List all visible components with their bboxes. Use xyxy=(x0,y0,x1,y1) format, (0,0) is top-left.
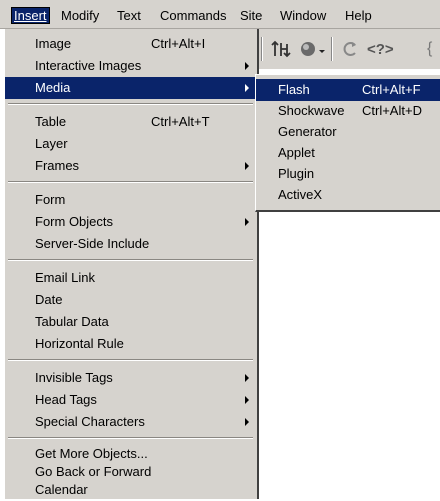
menu-separator xyxy=(8,181,253,183)
menu-item-form-objects[interactable]: Form Objects xyxy=(5,211,257,233)
menu-item-label: Special Characters xyxy=(35,414,145,429)
menu-insert[interactable]: Insert xyxy=(11,7,50,24)
menu-item-email-link[interactable]: Email Link xyxy=(5,267,257,289)
menu-item-special-characters[interactable]: Special Characters xyxy=(5,411,257,433)
menu-item-label: Email Link xyxy=(35,270,95,285)
menu-item-label: Tabular Data xyxy=(35,314,109,329)
menu-item-form[interactable]: Form xyxy=(5,189,257,211)
submenu-item-plugin[interactable]: Plugin xyxy=(256,163,440,185)
toolbar-separator xyxy=(331,37,333,61)
menu-item-date[interactable]: Date xyxy=(5,289,257,311)
menu-item-shortcut: Ctrl+Alt+F xyxy=(362,82,421,97)
submenu-item-activex[interactable]: ActiveX xyxy=(256,184,440,206)
menu-item-interactive-images[interactable]: Interactive Images xyxy=(5,55,257,77)
menu-item-label: Media xyxy=(35,80,71,95)
menu-item-label: Server-Side Include xyxy=(35,236,150,251)
menu-item-label: Head Tags xyxy=(35,392,97,407)
menu-item-label: ActiveX xyxy=(278,187,323,202)
menu-item-server-side-include[interactable]: Server-Side Include xyxy=(5,233,257,255)
menu-item-shortcut: Ctrl+Alt+T xyxy=(151,114,210,129)
menu-text[interactable]: Text xyxy=(117,8,141,23)
menu-item-label: Form xyxy=(35,192,66,207)
menu-item-label: Calendar xyxy=(35,482,88,497)
menu-separator xyxy=(8,103,253,105)
submenu-arrow-icon xyxy=(245,162,249,170)
menu-item-shortcut: Ctrl+Alt+D xyxy=(362,103,422,118)
menu-item-label: Form Objects xyxy=(35,214,114,229)
submenu-arrow-icon xyxy=(245,84,249,92)
menu-item-shortcut: Ctrl+Alt+I xyxy=(151,36,206,51)
menu-separator xyxy=(8,359,253,361)
submenu-arrow-icon xyxy=(245,374,249,382)
submenu-item-shockwave[interactable]: Shockwave Ctrl+Alt+D xyxy=(256,100,440,122)
menu-item-table[interactable]: Table Ctrl+Alt+T xyxy=(5,111,257,133)
submenu-arrow-icon xyxy=(245,218,249,226)
menu-item-label: Image xyxy=(35,36,72,51)
menu-separator xyxy=(8,259,253,261)
media-submenu: Flash Ctrl+Alt+F Shockwave Ctrl+Alt+D Ge… xyxy=(255,74,440,212)
menu-help[interactable]: Help xyxy=(345,8,372,23)
submenu-arrow-icon xyxy=(245,396,249,404)
menu-item-tabular-data[interactable]: Tabular Data xyxy=(5,311,257,333)
toolbar: <?> { xyxy=(258,29,440,69)
menu-item-label: Interactive Images xyxy=(35,58,142,73)
menu-item-label: Generator xyxy=(278,124,337,139)
menu-commands[interactable]: Commands xyxy=(160,8,226,23)
menu-site[interactable]: Site xyxy=(240,8,262,23)
menu-item-calendar[interactable]: Calendar xyxy=(5,479,257,501)
menu-item-label: Table xyxy=(35,114,67,129)
submenu-arrow-icon xyxy=(245,418,249,426)
menu-item-label: Applet xyxy=(278,145,315,160)
menu-item-label: Invisible Tags xyxy=(35,370,113,385)
menu-item-label: Flash xyxy=(278,82,310,97)
menu-item-media[interactable]: Media xyxy=(5,77,257,99)
menu-item-label: Shockwave xyxy=(278,103,345,118)
submenu-arrow-icon xyxy=(245,62,249,70)
code-tags-icon[interactable]: <?> xyxy=(367,37,394,61)
insert-menu-dropdown: Image Ctrl+Alt+I Interactive Images Medi… xyxy=(4,29,259,499)
globe-icon[interactable] xyxy=(299,37,327,61)
menu-item-horizontal-rule[interactable]: Horizontal Rule xyxy=(5,333,257,355)
brace-icon[interactable]: { xyxy=(427,37,432,61)
menu-item-label: Date xyxy=(35,292,63,307)
menu-modify[interactable]: Modify xyxy=(61,8,99,23)
tree-icon[interactable] xyxy=(271,37,293,61)
refresh-icon[interactable] xyxy=(341,37,359,61)
menu-item-label: Frames xyxy=(35,158,80,173)
submenu-item-flash[interactable]: Flash Ctrl+Alt+F xyxy=(256,79,440,101)
menu-window[interactable]: Window xyxy=(280,8,326,23)
menu-item-frames[interactable]: Frames xyxy=(5,155,257,177)
menu-item-layer[interactable]: Layer xyxy=(5,133,257,155)
menu-separator xyxy=(8,437,253,439)
toolbar-separator xyxy=(261,37,263,61)
menu-bar: Insert Modify Text Commands Site Window … xyxy=(0,0,440,29)
menu-item-invisible-tags[interactable]: Invisible Tags xyxy=(5,367,257,389)
menu-item-head-tags[interactable]: Head Tags xyxy=(5,389,257,411)
menu-item-label: Horizontal Rule xyxy=(35,336,124,351)
menu-item-label: Plugin xyxy=(278,166,315,181)
menu-item-label: Layer xyxy=(35,136,68,151)
menu-item-image[interactable]: Image Ctrl+Alt+I xyxy=(5,33,257,55)
submenu-item-applet[interactable]: Applet xyxy=(256,142,440,164)
submenu-item-generator[interactable]: Generator xyxy=(256,121,440,143)
